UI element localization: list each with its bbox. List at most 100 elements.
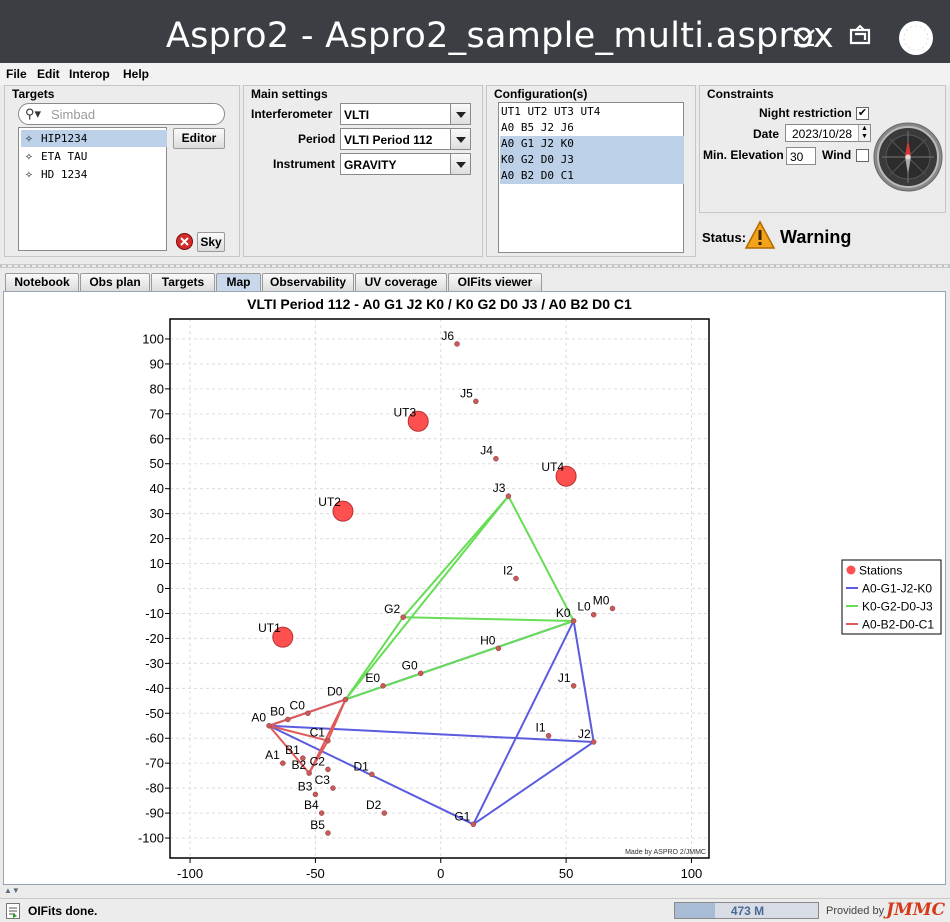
wind-compass-icon[interactable] (873, 122, 943, 195)
interferometer-select[interactable]: VLTI (340, 103, 471, 125)
tab-notebook[interactable]: Notebook (5, 273, 79, 292)
tab-uv-coverage[interactable]: UV coverage (355, 273, 447, 292)
menu-file[interactable]: File (6, 67, 27, 81)
station-marker-g0 (417, 670, 424, 677)
date-field[interactable]: 2023/10/28 ▲ ▼ (785, 124, 871, 142)
menu-help[interactable]: Help (123, 67, 149, 81)
chevron-down-icon (450, 154, 470, 174)
wind-checkbox[interactable] (856, 149, 869, 162)
date-spinner-icon[interactable]: ▲ ▼ (858, 125, 870, 141)
y-tick-label: -50 (145, 706, 164, 721)
station-label: A1 (265, 748, 280, 762)
constraints-group: Constraints Night restriction ✔ Date 202… (699, 85, 946, 213)
night-restriction-label: Night restriction (759, 106, 852, 120)
y-tick-label: -80 (145, 781, 164, 796)
split-divider[interactable] (0, 264, 950, 268)
station-label: J3 (493, 481, 506, 495)
status-label: Status: (702, 230, 747, 245)
target-item[interactable]: ✧ HD 1234 (21, 166, 167, 183)
baseline-a0-g1-j2-k0 (472, 741, 595, 826)
config-item[interactable]: K0 G2 D0 J3 (500, 152, 684, 168)
tab-oifits-viewer[interactable]: OIFits viewer (448, 273, 542, 292)
x-tick-label: -100 (177, 866, 203, 881)
target-item[interactable]: ✧ ETA TAU (21, 148, 167, 165)
min-elevation-label: Min. Elevation (703, 148, 784, 162)
simbad-search-input[interactable]: ⚲▾ Simbad (18, 103, 225, 125)
x-tick-label: -50 (306, 866, 325, 881)
legend-series-label: K0-G2-D0-J3 (862, 600, 933, 614)
menu-interop[interactable]: Interop (69, 67, 110, 81)
station-marker-b0 (285, 716, 291, 723)
sky-button[interactable]: Sky (197, 232, 225, 252)
y-tick-label: -30 (145, 656, 164, 671)
station-marker-d2 (381, 810, 388, 816)
tab-observability[interactable]: Observability (262, 273, 354, 292)
tab-targets[interactable]: Targets (151, 273, 215, 292)
menu-edit[interactable]: Edit (37, 67, 60, 81)
config-item[interactable]: A0 B5 J2 J6 (500, 120, 684, 136)
memory-value: 473 M (730, 904, 765, 918)
instrument-select[interactable]: GRAVITY (340, 153, 471, 175)
simbad-placeholder: Simbad (51, 107, 96, 122)
y-tick-label: -90 (145, 806, 164, 821)
station-marker-b3 (312, 791, 319, 798)
log-icon[interactable] (6, 903, 20, 919)
station-label: J4 (480, 444, 493, 458)
y-tick-label: -10 (145, 606, 164, 621)
period-select[interactable]: VLTI Period 112 (340, 128, 471, 150)
split-arrows-icon[interactable]: ▲▼ (4, 886, 20, 895)
y-tick-label: 30 (150, 506, 164, 521)
station-label: I2 (503, 564, 513, 578)
tab-obs-plan[interactable]: Obs plan (80, 273, 150, 292)
y-tick-label: 40 (150, 481, 164, 496)
restore-icon[interactable] (842, 18, 878, 54)
legend-series-label: A0-G1-J2-K0 (862, 582, 932, 596)
memory-bar[interactable]: 473 M (674, 902, 819, 919)
night-restriction-checkbox[interactable]: ✔ (856, 107, 869, 120)
station-label: C0 (290, 698, 306, 712)
station-label: B3 (298, 779, 313, 793)
window-titlebar: Aspro2 - Aspro2_sample_multi.asprox (0, 0, 950, 63)
station-marker-j6 (454, 341, 460, 347)
configurations-title: Configuration(s) (492, 87, 590, 101)
legend-series-label: A0-B2-D0-C1 (862, 618, 934, 632)
map-panel: VLTI Period 112 - A0 G1 J2 K0 / K0 G2 D0… (3, 291, 946, 885)
station-label: H0 (480, 633, 496, 647)
constraints-title: Constraints (705, 87, 776, 101)
baseline-k0-g2-d0-j3 (344, 495, 510, 701)
tab-map[interactable]: Map (216, 273, 261, 292)
menu-bar: File Edit Interop Help (0, 63, 950, 85)
station-label: I1 (536, 721, 546, 735)
config-item[interactable]: A0 G1 J2 K0 (500, 136, 684, 152)
station-label: E0 (365, 671, 380, 685)
station-marker-c1 (325, 737, 331, 744)
station-marker-i1 (545, 732, 552, 739)
station-label: D2 (366, 798, 382, 812)
station-label: B2 (291, 758, 306, 772)
minimize-icon[interactable] (786, 18, 822, 54)
station-map-chart: VLTI Period 112 - A0 G1 J2 K0 / K0 G2 D0… (138, 296, 942, 881)
chart-title: VLTI Period 112 - A0 G1 J2 K0 / K0 G2 D0… (247, 296, 632, 312)
min-elevation-input[interactable]: 30 (786, 147, 816, 165)
baseline-a0-g1-j2-k0 (572, 620, 595, 743)
targets-group: Targets ⚲▾ Simbad ✧ HIP1234 ✧ ETA TAU ✧ … (4, 85, 240, 257)
date-label: Date (753, 127, 780, 141)
jmmc-logo[interactable]: JMMC (886, 900, 945, 920)
editor-button[interactable]: Editor (173, 128, 225, 149)
status-value: Warning (780, 227, 852, 247)
station-marker-j4 (493, 455, 499, 462)
station-label: G0 (402, 658, 418, 672)
config-item[interactable]: UT1 UT2 UT3 UT4 (500, 104, 684, 120)
close-icon[interactable] (897, 19, 935, 57)
station-marker-c3 (330, 785, 336, 791)
station-marker-e0 (380, 683, 386, 689)
station-label: D0 (327, 685, 343, 699)
legend-stations-label: Stations (859, 564, 902, 578)
config-item[interactable]: A0 B2 D0 C1 (500, 168, 684, 184)
remove-target-icon[interactable] (176, 233, 193, 250)
station-label: G1 (454, 809, 470, 823)
target-item[interactable]: ✧ HIP1234 (21, 130, 167, 147)
station-label: J6 (441, 329, 454, 343)
chart-watermark: Made by ASPRO 2/JMMC (625, 849, 706, 856)
y-tick-label: -70 (145, 756, 164, 771)
